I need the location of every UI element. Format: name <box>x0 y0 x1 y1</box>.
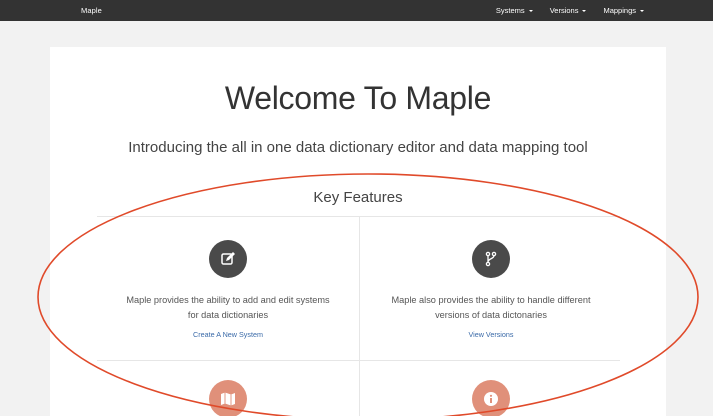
feature-versions: Maple also provides the ability to handl… <box>360 217 622 342</box>
edit-icon <box>209 240 247 278</box>
feature-mappings <box>97 361 359 416</box>
key-features-heading: Key Features <box>313 189 403 206</box>
page-title: Welcome To Maple <box>224 80 492 116</box>
systems-dropdown[interactable]: Systems <box>496 6 533 15</box>
brand-link[interactable]: Maple <box>81 6 102 15</box>
view-versions-link[interactable]: View Versions <box>468 330 513 339</box>
feature-description: Maple provides the ability to add and ed… <box>126 295 330 320</box>
mappings-dropdown-label: Mappings <box>603 6 636 15</box>
create-new-system-link[interactable]: Create A New System <box>193 330 263 339</box>
page-subtitle: Introducing the all in one data dictiona… <box>128 139 588 156</box>
feature-edit-systems: Maple provides the ability to add and ed… <box>97 217 359 342</box>
mappings-dropdown[interactable]: Mappings <box>603 6 644 15</box>
systems-dropdown-label: Systems <box>495 6 525 15</box>
feature-info <box>360 361 622 416</box>
versions-dropdown-label: Versions <box>549 6 579 15</box>
nav-menu: Systems Versions Mappings <box>496 6 644 15</box>
top-navbar: Maple Systems Versions Mappings <box>0 0 713 21</box>
branch-icon <box>472 240 510 278</box>
info-icon <box>472 380 510 416</box>
feature-description: Maple also provides the ability to handl… <box>391 295 591 320</box>
map-icon <box>209 380 247 416</box>
caret-down-icon <box>640 10 644 12</box>
caret-down-icon <box>528 10 533 12</box>
caret-down-icon <box>582 10 587 12</box>
welcome-panel: Welcome To Maple Introducing the all in … <box>50 47 666 416</box>
versions-dropdown[interactable]: Versions <box>550 6 587 15</box>
